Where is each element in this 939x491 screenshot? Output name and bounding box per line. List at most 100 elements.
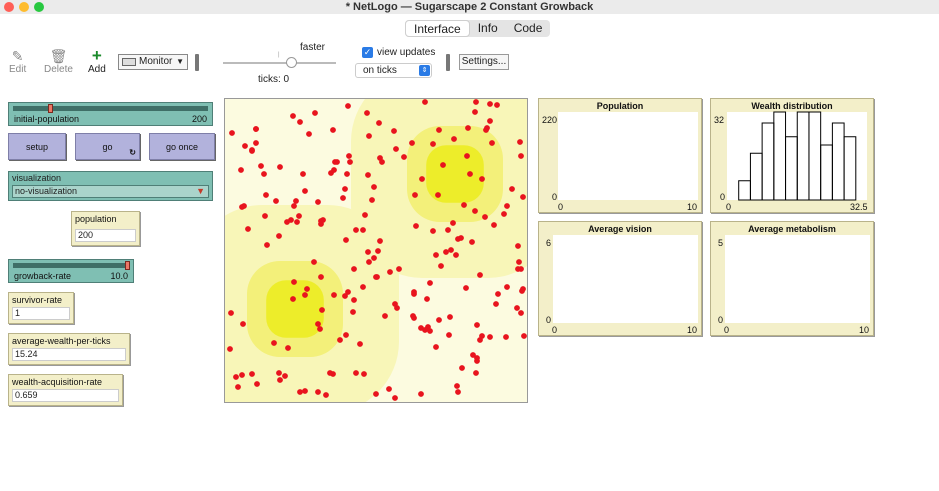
agent-turtle — [430, 141, 436, 147]
agent-turtle — [396, 266, 402, 272]
y-max-label: 5 — [718, 238, 724, 248]
agent-turtle — [477, 272, 483, 278]
triangle-down-icon: ▼ — [196, 186, 205, 196]
slider-knob[interactable] — [125, 261, 130, 270]
delete-button[interactable]: 🗑 Delete — [44, 48, 73, 75]
update-mode-select[interactable]: on ticks ⇕ — [355, 63, 432, 78]
agent-turtle — [386, 386, 392, 392]
agent-turtle — [504, 203, 510, 209]
agent-turtle — [451, 136, 457, 142]
edit-button[interactable]: ✎ Edit — [9, 48, 26, 75]
toolbar-divider-2 — [446, 54, 450, 71]
agent-turtle — [294, 219, 300, 225]
agent-turtle — [409, 140, 415, 146]
slider-track — [13, 106, 208, 111]
agent-turtle — [465, 125, 471, 131]
speed-slider-track[interactable] — [223, 62, 336, 64]
monitor-label: wealth-acquisition-rate — [12, 377, 103, 387]
histogram-bar — [785, 136, 798, 201]
agent-turtle — [369, 197, 375, 203]
agent-turtle — [351, 266, 357, 272]
agent-turtle — [263, 192, 269, 198]
agent-turtle — [239, 372, 245, 378]
agent-turtle — [521, 333, 527, 339]
agent-turtle — [300, 171, 306, 177]
tab-interface[interactable]: Interface — [405, 20, 470, 37]
agent-turtle — [306, 131, 312, 137]
agent-turtle — [249, 147, 255, 153]
y-min-label: 0 — [718, 315, 724, 325]
agent-turtle — [410, 313, 416, 319]
agent-turtle — [375, 248, 381, 254]
histogram-bar — [773, 111, 787, 201]
agent-turtle — [302, 388, 308, 394]
add-button[interactable]: + Add — [88, 47, 106, 75]
chooser-value-box[interactable]: no-visualization ▼ — [12, 185, 209, 198]
view-updates-label: view updates — [377, 47, 436, 58]
agent-turtle — [463, 285, 469, 291]
agent-turtle — [271, 340, 277, 346]
histogram-bar — [749, 152, 763, 201]
setup-button[interactable]: setup — [8, 133, 66, 160]
slider-value: 10.0 — [110, 271, 128, 281]
agent-turtle — [382, 313, 388, 319]
x-max-label: 10 — [859, 325, 870, 335]
agent-turtle — [455, 389, 461, 395]
agent-turtle — [330, 127, 336, 133]
agent-turtle — [427, 328, 433, 334]
agent-turtle — [433, 344, 439, 350]
plot-area — [553, 235, 698, 323]
agent-turtle — [323, 392, 329, 398]
go-button[interactable]: go ↻ — [75, 133, 140, 160]
survivor-rate-monitor: survivor-rate 1 — [8, 292, 74, 324]
y-max-label: 32 — [714, 115, 725, 125]
agent-turtle — [393, 146, 399, 152]
slider-knob[interactable] — [48, 104, 53, 113]
agent-turtle — [419, 176, 425, 182]
chooser-label: visualization — [12, 173, 62, 183]
agent-turtle — [353, 227, 359, 233]
speed-slider-knob[interactable] — [286, 57, 297, 68]
growback-rate-slider[interactable]: growback-rate 10.0 — [8, 259, 134, 283]
monitor-label: population — [75, 214, 117, 224]
tab-code[interactable]: Code — [506, 20, 551, 37]
plot-area — [558, 112, 698, 200]
agent-turtle — [291, 203, 297, 209]
agent-turtle — [340, 195, 346, 201]
speed-faster-label: faster — [300, 42, 326, 53]
title-bar: * NetLogo — Sugarscape 2 Constant Growba… — [0, 0, 939, 14]
agent-turtle — [440, 162, 446, 168]
agent-turtle — [487, 118, 493, 124]
plot-title: Average vision — [588, 224, 652, 234]
agent-turtle — [459, 365, 465, 371]
agent-turtle — [392, 301, 398, 307]
agent-turtle — [304, 286, 310, 292]
ticks-counter: ticks: 0 — [258, 74, 290, 85]
agent-turtle — [364, 110, 370, 116]
agent-turtle — [262, 213, 268, 219]
agent-turtle — [357, 341, 363, 347]
widget-type-select[interactable]: Monitor ▼ — [118, 54, 188, 70]
agent-turtle — [346, 153, 352, 159]
plot-area — [725, 235, 870, 323]
agent-turtle — [518, 310, 524, 316]
tab-info[interactable]: Info — [470, 20, 506, 37]
agent-turtle — [473, 370, 479, 376]
initial-population-slider[interactable]: initial-population 200 — [8, 102, 213, 126]
agent-turtle — [296, 213, 302, 219]
agent-turtle — [245, 226, 251, 232]
go-once-button[interactable]: go once — [149, 133, 215, 160]
agent-turtle — [518, 153, 524, 159]
agent-turtle — [472, 208, 478, 214]
agent-turtle — [473, 99, 479, 105]
settings-button[interactable]: Settings... — [459, 54, 509, 70]
view-updates-checkbox[interactable]: ✓ — [362, 47, 373, 58]
agent-turtle — [361, 371, 367, 377]
agent-turtle — [501, 211, 507, 217]
monitor-value: 1 — [12, 307, 70, 320]
histogram-bar — [831, 122, 845, 201]
agent-turtle — [242, 143, 248, 149]
agent-turtle — [412, 192, 418, 198]
world-view[interactable] — [224, 98, 528, 403]
visualization-chooser[interactable]: visualization no-visualization ▼ — [8, 171, 213, 201]
